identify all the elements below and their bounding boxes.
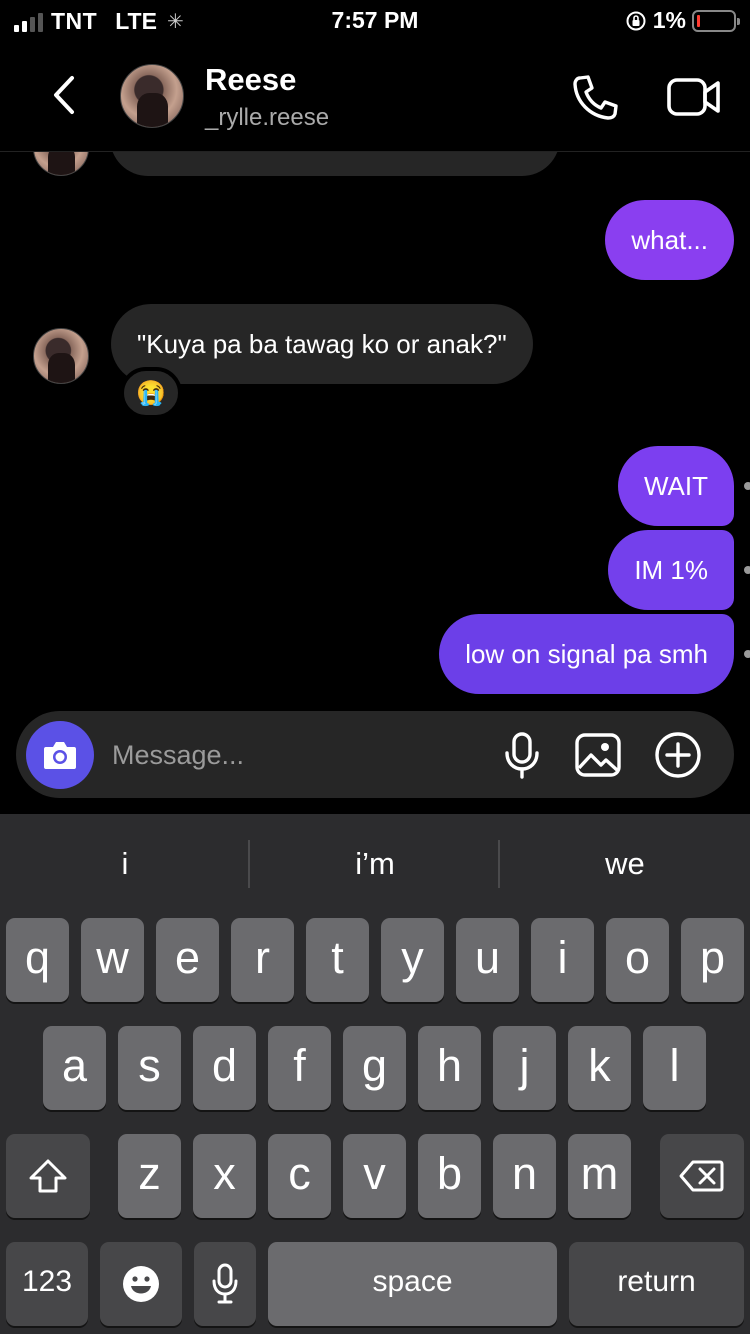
- key-x[interactable]: x: [193, 1134, 256, 1218]
- key-s[interactable]: s: [118, 1026, 181, 1110]
- battery-icon: [692, 9, 740, 32]
- outgoing-message-bubble[interactable]: WAIT: [617, 446, 734, 526]
- gallery-icon[interactable]: [574, 732, 622, 778]
- message-text: WAIT: [643, 471, 708, 501]
- message-text: what...: [631, 225, 708, 255]
- key-a[interactable]: a: [43, 1026, 106, 1110]
- message-status-dot: [744, 566, 750, 574]
- suggestion-item[interactable]: i’m: [250, 814, 500, 914]
- phone-icon[interactable]: [570, 72, 620, 122]
- key-i[interactable]: i: [531, 918, 594, 1002]
- outgoing-message-bubble[interactable]: low on signal pa smh: [439, 614, 734, 694]
- message-text: "Kuya pa ba tawag ko or anak?": [137, 329, 507, 359]
- message-text: IM 1%: [634, 555, 708, 585]
- emoji-key[interactable]: [100, 1242, 182, 1326]
- crying-face-icon: 😭: [136, 379, 166, 407]
- message-status-dot: [744, 482, 750, 490]
- key-t[interactable]: t: [306, 918, 369, 1002]
- key-c[interactable]: c: [268, 1134, 331, 1218]
- key-f[interactable]: f: [268, 1026, 331, 1110]
- status-right: 1%: [625, 7, 740, 34]
- contact-handle[interactable]: _rylle.reese: [205, 104, 329, 132]
- key-r[interactable]: r: [231, 918, 294, 1002]
- microphone-icon: [212, 1263, 238, 1304]
- key-z[interactable]: z: [118, 1134, 181, 1218]
- shift-icon: [29, 1159, 67, 1193]
- key-b[interactable]: b: [418, 1134, 481, 1218]
- outgoing-message-bubble[interactable]: what...: [605, 200, 734, 280]
- suggestion-item[interactable]: we: [500, 814, 750, 914]
- key-v[interactable]: v: [343, 1134, 406, 1218]
- backspace-icon: [679, 1160, 724, 1192]
- delete-key[interactable]: [660, 1134, 744, 1218]
- message-text: low on signal pa smh: [465, 639, 708, 669]
- key-y[interactable]: y: [381, 918, 444, 1002]
- key-q[interactable]: q: [6, 918, 69, 1002]
- emoji-icon: [123, 1266, 159, 1302]
- suggestion-item[interactable]: i: [0, 814, 250, 914]
- key-l[interactable]: l: [643, 1026, 706, 1110]
- back-chevron-icon[interactable]: [44, 70, 84, 120]
- return-key[interactable]: return: [569, 1242, 744, 1326]
- incoming-message-bubble[interactable]: "Kuya pa ba tawag ko or anak?": [111, 304, 533, 384]
- key-e[interactable]: e: [156, 918, 219, 1002]
- message-status-dot: [744, 650, 750, 658]
- dictation-key[interactable]: [194, 1242, 256, 1326]
- outgoing-message-bubble[interactable]: IM 1%: [608, 530, 734, 610]
- key-p[interactable]: p: [681, 918, 744, 1002]
- message-composer: [16, 711, 734, 798]
- key-g[interactable]: g: [343, 1026, 406, 1110]
- suggestion-bar: i i’m we: [0, 814, 750, 914]
- key-u[interactable]: u: [456, 918, 519, 1002]
- key-k[interactable]: k: [568, 1026, 631, 1110]
- key-d[interactable]: d: [193, 1026, 256, 1110]
- message-reaction[interactable]: 😭: [120, 367, 182, 419]
- key-m[interactable]: m: [568, 1134, 631, 1218]
- key-o[interactable]: o: [606, 918, 669, 1002]
- space-key[interactable]: space: [268, 1242, 557, 1326]
- keyboard: i i’m we q w e r t y u i o p a s d f g h…: [0, 814, 750, 1334]
- microphone-icon[interactable]: [502, 731, 542, 779]
- key-j[interactable]: j: [493, 1026, 556, 1110]
- chat-header: Reese _rylle.reese: [0, 40, 750, 152]
- camera-button[interactable]: [26, 721, 94, 789]
- key-n[interactable]: n: [493, 1134, 556, 1218]
- status-bar: TNT LTE ✳ 7:57 PM 1%: [0, 0, 750, 40]
- orientation-lock-icon: [626, 11, 646, 30]
- key-h[interactable]: h: [418, 1026, 481, 1110]
- shift-key[interactable]: [6, 1134, 90, 1218]
- contact-name[interactable]: Reese: [205, 62, 296, 98]
- contact-avatar[interactable]: [120, 64, 184, 128]
- plus-circle-icon[interactable]: [654, 731, 702, 779]
- message-input[interactable]: [112, 733, 472, 777]
- sender-avatar[interactable]: [33, 328, 89, 384]
- key-w[interactable]: w: [81, 918, 144, 1002]
- numbers-key[interactable]: 123: [6, 1242, 88, 1326]
- video-camera-icon[interactable]: [666, 74, 722, 120]
- battery-percent: 1%: [652, 7, 686, 33]
- camera-icon: [44, 742, 76, 769]
